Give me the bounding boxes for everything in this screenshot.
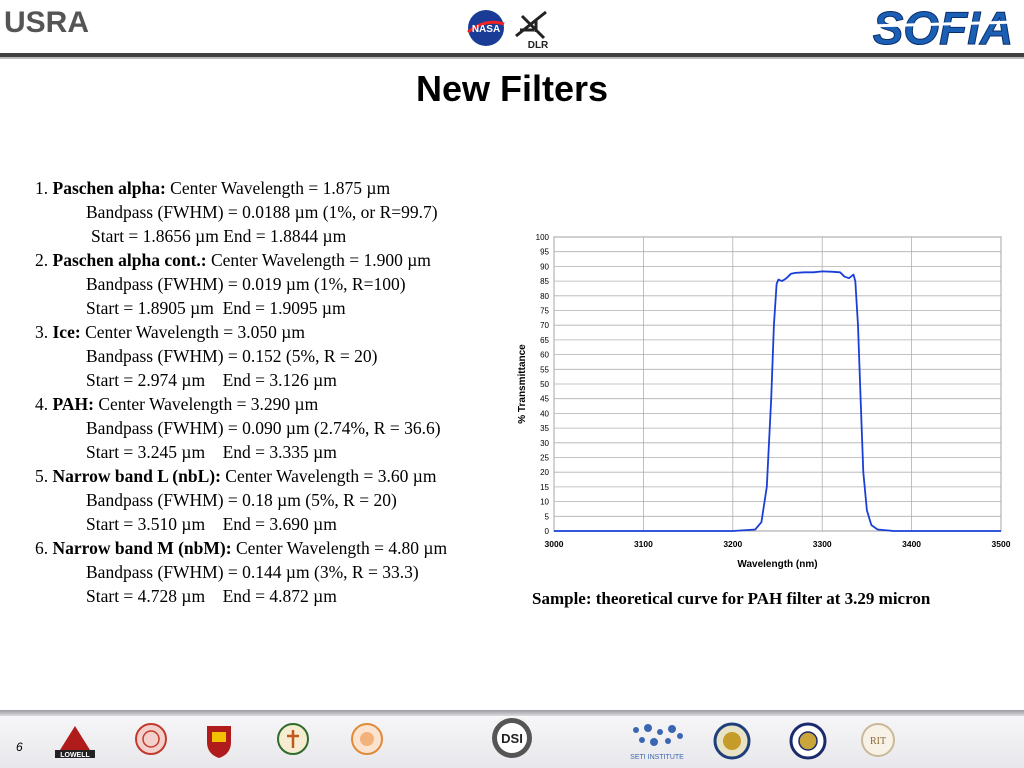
rit-logo-text: RIT [870, 736, 886, 747]
filter-range: Start = 3.245 µm End = 3.335 µm [86, 442, 337, 462]
chart-caption: Sample: theoretical curve for PAH filter… [532, 589, 931, 608]
y-tick-label: 45 [540, 395, 549, 404]
nasa-logo-text: NASA [472, 24, 500, 35]
x-tick-label: 3100 [634, 539, 653, 549]
filter-name: Ice: [52, 322, 81, 342]
filter-bandpass: Bandpass (FWHM) = 0.144 µm (3%, R = 33.3… [86, 562, 419, 582]
x-tick-label: 3300 [813, 539, 832, 549]
dsi-logo: DSI [492, 718, 532, 758]
filter-name: Paschen alpha cont.: [52, 250, 207, 270]
seti-logo-text: SETI INSTITUTE [630, 754, 684, 761]
filter-range: Start = 3.510 µm End = 3.690 µm [86, 514, 337, 534]
filter-item-4: 4. PAH: Center Wavelength = 3.290 µm [35, 392, 515, 416]
header-divider-shadow [0, 57, 1024, 59]
x-tick-label: 3200 [723, 539, 742, 549]
filter-bandpass: Bandpass (FWHM) = 0.090 µm (2.74%, R = 3… [86, 418, 441, 438]
filter-number: 3. [35, 322, 49, 342]
slide-title: New Filters [415, 68, 609, 109]
filter-item-2: 2. Paschen alpha cont.: Center Wavelengt… [35, 248, 515, 272]
x-axis-label: Wavelength (nm) [737, 559, 817, 570]
y-tick-label: 5 [545, 512, 550, 521]
y-tick-label: 35 [540, 424, 549, 433]
y-tick-label: 30 [540, 439, 549, 448]
y-tick-label: 100 [536, 233, 550, 242]
slide-header: USRA NASA DLR SOFIA [0, 0, 1024, 58]
seti-institute-logo: SETI INSTITUTE [630, 724, 684, 761]
university-seal-navy-icon [789, 722, 827, 760]
filter-name: PAH: [52, 394, 94, 414]
lowell-logo: LOWELL [55, 726, 95, 759]
filter-bandpass: Bandpass (FWHM) = 0.152 (5%, R = 20) [86, 346, 378, 366]
rit-logo: RIT [861, 723, 895, 757]
y-tick-label: 10 [540, 498, 549, 507]
university-shield-icon [207, 726, 231, 758]
filter-range: Start = 1.8656 µm End = 1.8844 µm [91, 226, 347, 246]
sofia-logo: SOFIA [867, 2, 1019, 52]
filter-center: Center Wavelength = 3.290 µm [98, 394, 319, 414]
filter-name: Narrow band M (nbM): [52, 538, 232, 558]
y-tick-label: 25 [540, 454, 549, 463]
filter-number: 1. [35, 178, 49, 198]
filter-item-1: 1. Paschen alpha: Center Wavelength = 1.… [35, 176, 515, 200]
filter-number: 5. [35, 466, 49, 486]
filter-center: Center Wavelength = 1.875 µm [170, 178, 391, 198]
dsi-logo-text: DSI [501, 731, 523, 746]
filter-item-6: 6. Narrow band M (nbM): Center Wavelengt… [35, 536, 515, 560]
filter-item-3: 3. Ice: Center Wavelength = 3.050 µm [35, 320, 515, 344]
y-tick-label: 70 [540, 321, 549, 330]
y-tick-label: 60 [540, 351, 549, 360]
filter-range: Start = 4.728 µm End = 4.872 µm [86, 586, 337, 606]
filter-number: 4. [35, 394, 49, 414]
y-tick-label: 20 [540, 468, 549, 477]
y-tick-label: 95 [540, 248, 549, 257]
y-tick-label: 80 [540, 292, 549, 301]
transmittance-chart: 0 5 10 15 20 25 30 35 40 45 50 55 60 65 70 75 80 85 90 95 10… [517, 233, 1011, 570]
nasa-logo: NASA [467, 10, 505, 46]
college-seal-icon [351, 723, 383, 755]
x-tick-label: 3500 [992, 539, 1011, 549]
university-seal-icon [277, 723, 309, 755]
x-tick-label: 3000 [545, 539, 564, 549]
lowell-logo-text: LOWELL [60, 752, 90, 759]
y-tick-label: 90 [540, 262, 549, 271]
y-tick-label: 55 [540, 365, 549, 374]
filter-list: 1. Paschen alpha: Center Wavelength = 1.… [35, 176, 515, 608]
filter-bandpass: Bandpass (FWHM) = 0.18 µm (5%, R = 20) [86, 490, 397, 510]
filter-name: Paschen alpha: [52, 178, 166, 198]
page-number: 6 [16, 740, 23, 754]
filter-item-5: 5. Narrow band L (nbL): Center Wavelengt… [35, 464, 515, 488]
filter-center: Center Wavelength = 4.80 µm [235, 538, 448, 558]
y-tick-label: 85 [540, 277, 549, 286]
filter-center: Center Wavelength = 3.60 µm [225, 466, 437, 486]
y-tick-label: 65 [540, 336, 549, 345]
filter-bandpass: Bandpass (FWHM) = 0.019 µm (1%, R=100) [86, 274, 406, 294]
y-tick-label: 40 [540, 409, 549, 418]
y-tick-label: 50 [540, 380, 549, 389]
filter-name: Narrow band L (nbL): [52, 466, 221, 486]
x-tick-label: 3400 [902, 539, 921, 549]
cornell-seal-icon [135, 723, 167, 755]
usra-logo: USRA [4, 6, 89, 40]
dlr-logo-text: DLR [528, 40, 549, 50]
usra-logo-text: USRA [4, 6, 90, 39]
dlr-logo: DLR [515, 10, 549, 50]
filter-bandpass: Bandpass (FWHM) = 0.0188 µm (1%, or R=99… [86, 202, 438, 222]
filter-center: Center Wavelength = 1.900 µm [210, 250, 431, 270]
y-tick-label: 0 [545, 527, 550, 536]
filter-range: Start = 1.8905 µm End = 1.9095 µm [86, 298, 346, 318]
y-tick-label: 15 [540, 483, 549, 492]
y-axis-label: % Transmittance [517, 344, 528, 424]
filter-number: 6. [35, 538, 49, 558]
y-tick-label: 75 [540, 307, 549, 316]
filter-number: 2. [35, 250, 49, 270]
university-crest-icon [713, 722, 751, 760]
filter-range: Start = 2.974 µm End = 3.126 µm [86, 370, 337, 390]
sofia-logo-text: SOFIA [873, 2, 1014, 52]
filter-center: Center Wavelength = 3.050 µm [85, 322, 305, 342]
